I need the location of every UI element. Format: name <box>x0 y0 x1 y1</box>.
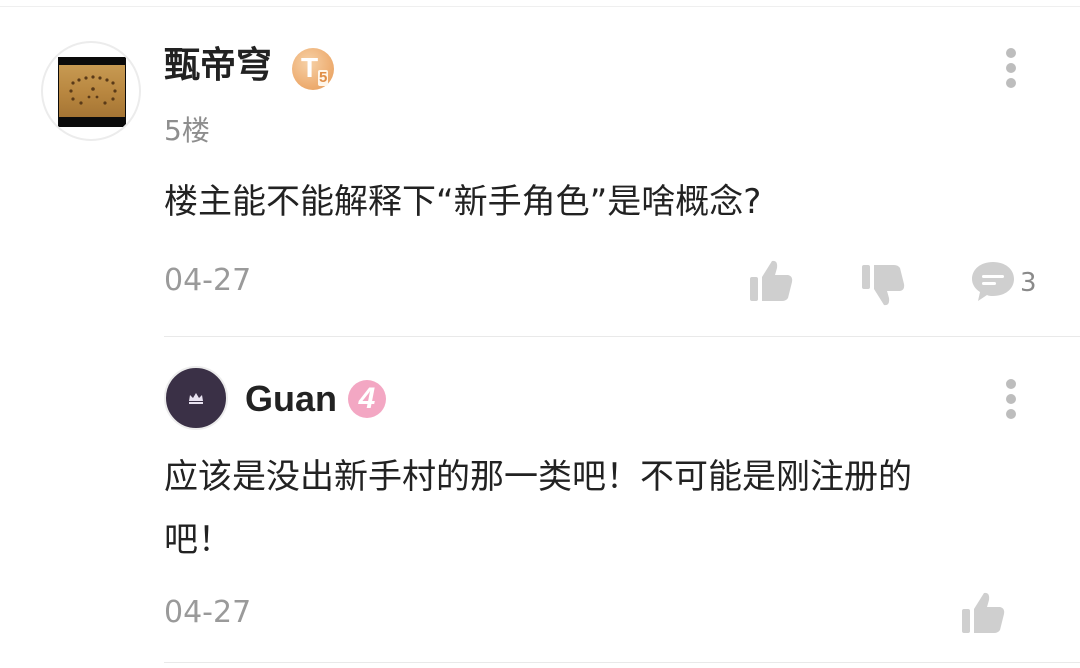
reply-like-icon[interactable] <box>960 590 1006 636</box>
user-avatar[interactable] <box>41 41 141 141</box>
reply-count: 3 <box>1020 268 1037 298</box>
reply-date: 04-27 <box>164 595 252 630</box>
avatar-image <box>58 57 126 127</box>
reply-user-avatar[interactable] <box>164 366 228 430</box>
reply-text-line-2: 吧！ <box>164 520 232 560</box>
reply-icon[interactable] <box>970 258 1016 304</box>
level-number: 4 <box>358 382 376 415</box>
comment-date: 04-27 <box>164 263 252 298</box>
bottom-divider <box>164 662 1080 663</box>
badge-letter: T <box>301 52 319 83</box>
badge-level: 5 <box>318 69 329 86</box>
comment-text: 楼主能不能解释下“新手角色”是啥概念? <box>164 182 762 222</box>
divider <box>164 336 1080 337</box>
top-divider <box>0 6 1080 7</box>
reply-text-line-1: 应该是没出新手村的那一类吧！不可能是刚注册的 <box>164 457 912 497</box>
like-icon[interactable] <box>748 258 794 304</box>
reply-level-badge: 4 <box>348 380 386 418</box>
reply-more-options-icon[interactable] <box>996 377 1026 421</box>
dislike-icon[interactable] <box>860 262 906 308</box>
username[interactable]: 甄帝穹 <box>164 48 272 84</box>
reply-username[interactable]: Guan <box>245 381 337 417</box>
more-options-icon[interactable] <box>996 46 1026 90</box>
crown-icon <box>189 393 203 404</box>
floor-number: 5楼 <box>164 114 210 147</box>
user-level-badge: T 5 <box>292 48 334 90</box>
